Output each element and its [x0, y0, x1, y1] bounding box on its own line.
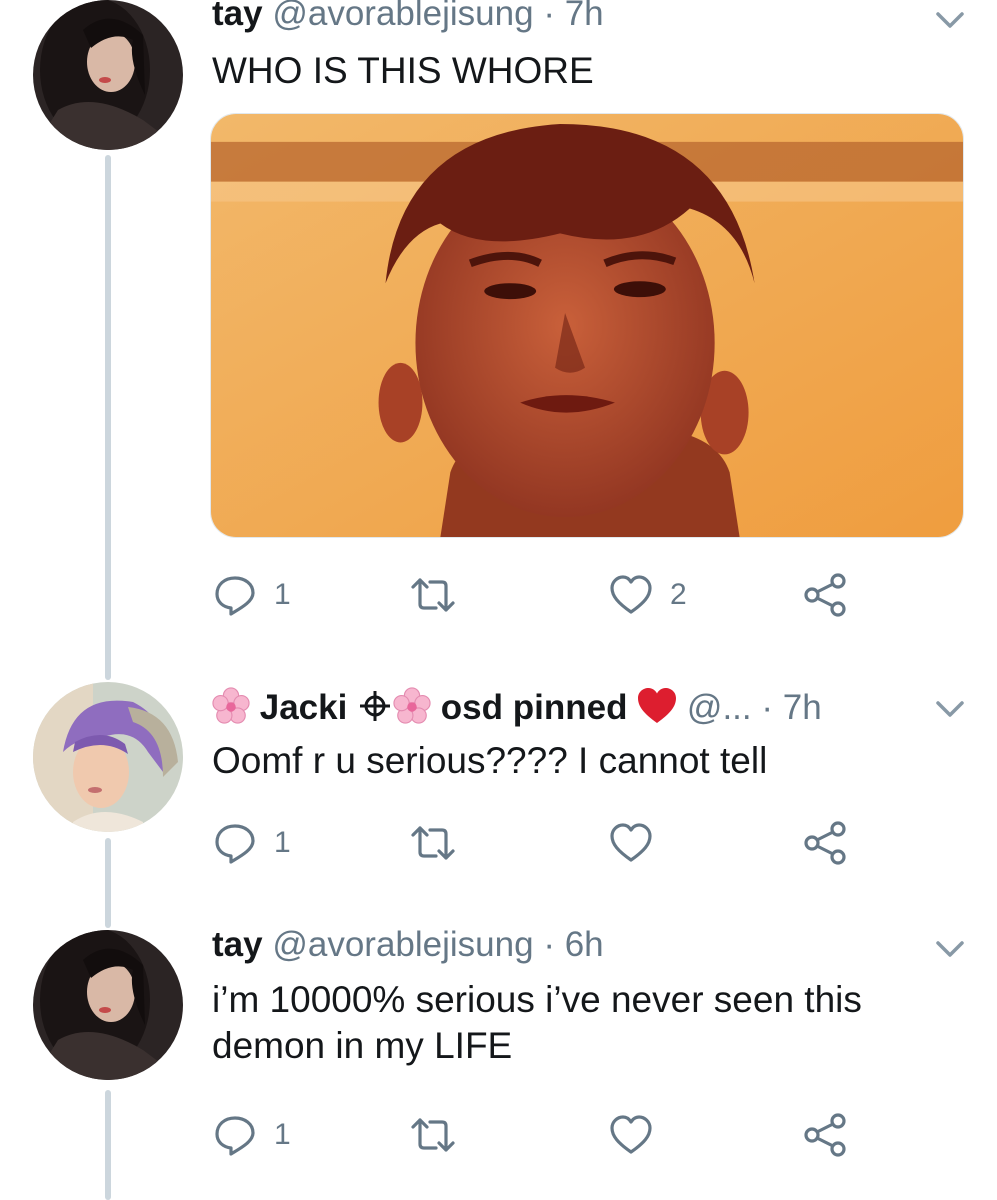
- reply-icon: [215, 1116, 255, 1156]
- timestamp[interactable]: 6h: [565, 925, 604, 964]
- tweet-actions: 1: [212, 1110, 952, 1160]
- reply-icon: [215, 824, 255, 864]
- reply-count: 1: [274, 578, 291, 611]
- caret-down-icon[interactable]: [933, 937, 967, 961]
- reply-button[interactable]: 1: [212, 818, 291, 868]
- retweet-icon: [411, 826, 455, 860]
- like-count: 2: [670, 578, 687, 611]
- reply-button[interactable]: 1: [212, 570, 291, 620]
- display-name[interactable]: tay: [212, 925, 263, 964]
- red-heart-icon: [638, 688, 677, 723]
- like-button[interactable]: 2: [608, 570, 687, 620]
- share-button[interactable]: [802, 818, 848, 868]
- like-button[interactable]: [608, 1110, 654, 1160]
- share-icon: [804, 573, 846, 617]
- retweet-button[interactable]: [410, 818, 456, 868]
- separator-dot: ·: [543, 925, 555, 964]
- tweet-header: tay @avorablejisung · 7h: [212, 0, 604, 34]
- retweet-button[interactable]: [410, 570, 472, 620]
- share-icon: [804, 1113, 846, 1157]
- user-handle[interactable]: @avorablejisung: [272, 0, 533, 33]
- symbol-glyph-icon: [360, 691, 391, 721]
- separator-dot: ·: [543, 0, 555, 33]
- tweet-text-line-2: demon in my LIFE: [212, 1025, 513, 1066]
- tweet-text: WHO IS THIS WHORE: [212, 50, 594, 91]
- tweet-text: Oomf r u serious???? I cannot tell: [212, 740, 768, 781]
- avatar[interactable]: [33, 0, 183, 150]
- retweet-icon: [411, 1118, 455, 1152]
- timestamp[interactable]: 7h: [783, 688, 822, 727]
- reply-button[interactable]: 1: [212, 1110, 291, 1160]
- caret-down-icon[interactable]: [933, 697, 967, 721]
- tweet-header: Jacki osd pinned @... · 7h: [212, 687, 822, 728]
- like-button[interactable]: [608, 818, 654, 868]
- display-name[interactable]: tay: [212, 0, 263, 33]
- cherry-blossom-icon: [212, 687, 250, 724]
- timestamp[interactable]: 7h: [565, 0, 604, 33]
- display-name-part-1[interactable]: Jacki: [260, 688, 348, 727]
- thread-line-1: [105, 155, 111, 680]
- avatar[interactable]: [33, 682, 183, 832]
- user-handle[interactable]: @...: [687, 688, 752, 727]
- share-button[interactable]: [802, 570, 848, 620]
- tweet-text-line-1: i’m 10000% serious i’ve never seen this: [212, 979, 862, 1020]
- tweet-text: i’m 10000% serious i’ve never seen this …: [212, 977, 952, 1069]
- tweet-header: tay @avorablejisung · 6h: [212, 925, 604, 965]
- retweet-icon: [411, 578, 455, 612]
- avatar[interactable]: [33, 930, 183, 1080]
- cherry-blossom-icon: [393, 687, 431, 724]
- tweet-media-image[interactable]: [210, 113, 964, 538]
- user-handle[interactable]: @avorablejisung: [272, 925, 533, 964]
- tweet-actions: 1: [212, 818, 952, 868]
- like-icon: [610, 823, 652, 862]
- thread-line-3: [105, 1090, 111, 1200]
- reply-icon: [215, 576, 255, 616]
- caret-down-icon[interactable]: [933, 8, 967, 32]
- reply-count: 1: [274, 826, 291, 859]
- reply-count: 1: [274, 1118, 291, 1151]
- share-button[interactable]: [802, 1110, 848, 1160]
- thread-line-2: [105, 838, 111, 928]
- separator-dot: ·: [761, 688, 774, 727]
- display-name-part-2[interactable]: osd pinned: [441, 688, 628, 727]
- retweet-button[interactable]: [410, 1110, 456, 1160]
- share-icon: [804, 821, 846, 865]
- like-icon: [610, 575, 652, 614]
- like-icon: [610, 1115, 652, 1154]
- tweet-actions: 1 2: [212, 570, 952, 620]
